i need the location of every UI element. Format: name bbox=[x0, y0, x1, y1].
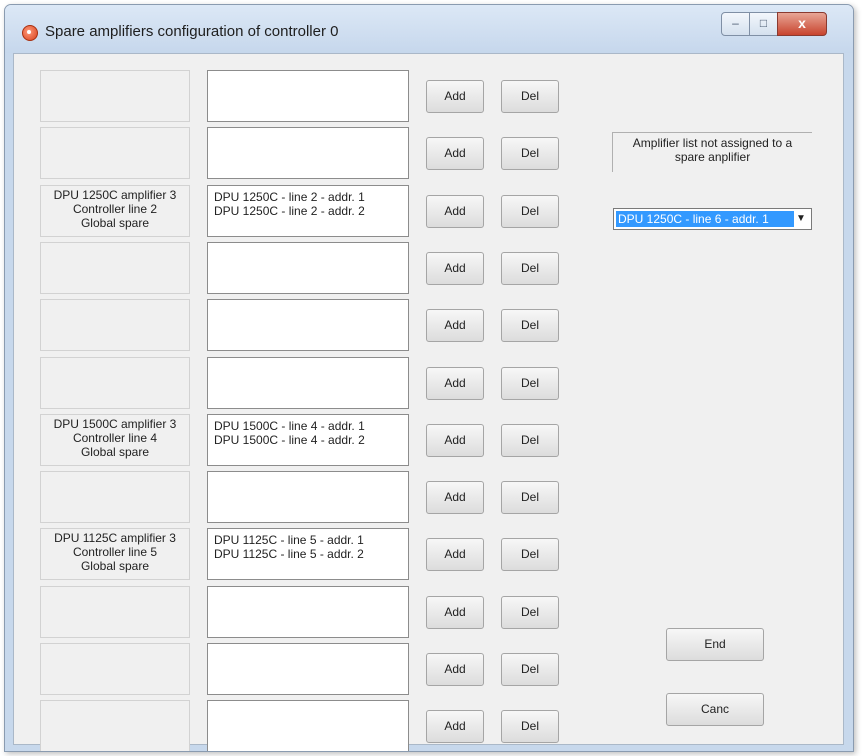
del-button[interactable]: Del bbox=[501, 538, 559, 572]
spare-label-line: Controller line 5 bbox=[72, 545, 158, 560]
combo-selected-value: DPU 1250C - line 6 - addr. 1 bbox=[616, 211, 794, 227]
add-button[interactable]: Add bbox=[426, 137, 484, 171]
cancel-button[interactable]: Canc bbox=[666, 693, 764, 726]
add-button[interactable]: Add bbox=[426, 251, 484, 285]
assigned-amplifiers-list[interactable] bbox=[207, 356, 409, 409]
add-button[interactable]: Add bbox=[426, 194, 484, 228]
spare-row: Add Del bbox=[14, 70, 574, 128]
dialog-client-area: Add Del Add Del DPU 1250C amplifier 3 Control… bbox=[13, 53, 844, 751]
spare-row: Add Del bbox=[14, 700, 574, 751]
spare-amplifier-label bbox=[40, 299, 190, 352]
spare-label-line: DPU 1125C amplifier 3 bbox=[54, 531, 176, 546]
close-icon: x bbox=[798, 15, 806, 31]
list-item[interactable]: DPU 1500C - line 4 - addr. 2 bbox=[214, 433, 402, 447]
add-button[interactable]: Add bbox=[426, 653, 484, 686]
spare-row: Add Del bbox=[14, 299, 574, 357]
spare-amplifier-label bbox=[40, 643, 190, 695]
spare-label-line: Controller line 2 bbox=[72, 201, 158, 216]
minimize-icon: – bbox=[732, 16, 739, 30]
spare-amplifier-label bbox=[40, 356, 190, 409]
spare-amplifier-label: DPU 1125C amplifier 3 Controller line 5 Gl… bbox=[40, 528, 190, 581]
spare-amplifier-label bbox=[40, 241, 190, 294]
del-button[interactable]: Del bbox=[501, 137, 559, 171]
spare-row: Add Del bbox=[14, 585, 574, 644]
spare-label-line: Controller line 4 bbox=[72, 430, 158, 445]
close-button[interactable]: x bbox=[777, 12, 827, 36]
assigned-amplifiers-list[interactable] bbox=[207, 127, 409, 180]
spare-amplifier-label bbox=[40, 585, 190, 638]
del-button[interactable]: Del bbox=[501, 423, 559, 457]
add-button[interactable]: Add bbox=[426, 423, 484, 457]
spare-amplifier-label bbox=[40, 127, 190, 180]
spare-row: DPU 1500C amplifier 3 Controller line 4 Gl… bbox=[14, 413, 574, 472]
del-button[interactable]: Del bbox=[501, 595, 559, 629]
assigned-amplifiers-list[interactable]: DPU 1500C - line 4 - addr. 1 DPU 1500C - … bbox=[207, 413, 409, 466]
spare-label-line: Global spare bbox=[80, 559, 150, 574]
unassigned-label-line2: spare anplifier bbox=[674, 150, 751, 164]
del-button[interactable]: Del bbox=[501, 366, 559, 400]
add-button[interactable]: Add bbox=[426, 710, 484, 744]
app-icon bbox=[22, 25, 38, 41]
spare-amplifier-label bbox=[40, 70, 190, 122]
assigned-amplifiers-list[interactable] bbox=[207, 471, 409, 524]
unassigned-amplifier-combo[interactable]: DPU 1250C - line 6 - addr. 1 ▼ bbox=[613, 208, 812, 230]
list-item[interactable]: DPU 1500C - line 4 - addr. 1 bbox=[214, 419, 402, 433]
unassigned-label-line1: Amplifier list not assigned to a bbox=[632, 136, 793, 150]
spare-row: Add Del bbox=[14, 471, 574, 529]
spare-row: Add Del bbox=[14, 241, 574, 300]
spare-row: Add Del bbox=[14, 127, 574, 185]
assigned-amplifiers-list[interactable] bbox=[207, 241, 409, 294]
spare-row: Add Del bbox=[14, 356, 574, 415]
dialog-window: Spare amplifiers configuration of contro… bbox=[4, 4, 854, 752]
list-item[interactable]: DPU 1125C - line 5 - addr. 2 bbox=[214, 547, 402, 561]
add-button[interactable]: Add bbox=[426, 595, 484, 629]
spare-row: Add Del bbox=[14, 643, 574, 701]
del-button[interactable]: Del bbox=[501, 653, 559, 686]
minimize-button[interactable]: – bbox=[721, 12, 750, 36]
spare-label-line: DPU 1250C amplifier 3 bbox=[53, 187, 177, 202]
assigned-amplifiers-list[interactable]: DPU 1125C - line 5 - addr. 1 DPU 1125C - … bbox=[207, 528, 409, 581]
assigned-amplifiers-list[interactable] bbox=[207, 299, 409, 352]
list-item[interactable]: DPU 1250C - line 2 - addr. 1 bbox=[214, 190, 402, 204]
add-button[interactable]: Add bbox=[426, 80, 484, 113]
assigned-amplifiers-list[interactable] bbox=[207, 70, 409, 122]
del-button[interactable]: Del bbox=[501, 710, 559, 744]
del-button[interactable]: Del bbox=[501, 251, 559, 285]
assigned-amplifiers-list[interactable] bbox=[207, 585, 409, 638]
del-button[interactable]: Del bbox=[501, 481, 559, 515]
spare-label-line: Global spare bbox=[80, 215, 150, 230]
spare-amplifier-label bbox=[40, 471, 190, 524]
assigned-amplifiers-list[interactable] bbox=[207, 700, 409, 751]
spare-row: DPU 1125C amplifier 3 Controller line 5 Gl… bbox=[14, 528, 574, 586]
maximize-icon: □ bbox=[759, 16, 768, 30]
add-button[interactable]: Add bbox=[426, 309, 484, 343]
add-button[interactable]: Add bbox=[426, 538, 484, 572]
del-button[interactable]: Del bbox=[501, 80, 559, 113]
add-button[interactable]: Add bbox=[426, 366, 484, 400]
end-button[interactable]: End bbox=[666, 628, 764, 661]
del-button[interactable]: Del bbox=[501, 194, 559, 228]
unassigned-list-label: Amplifier list not assigned to a spare a… bbox=[612, 132, 812, 172]
spare-label-line: DPU 1500C amplifier 3 bbox=[53, 416, 177, 431]
spare-label-line: Global spare bbox=[80, 444, 150, 459]
del-button[interactable]: Del bbox=[501, 309, 559, 343]
title-bar[interactable]: Spare amplifiers configuration of contro… bbox=[5, 5, 853, 53]
list-item[interactable]: DPU 1250C - line 2 - addr. 2 bbox=[214, 204, 402, 218]
chevron-down-icon[interactable]: ▼ bbox=[794, 212, 808, 226]
spare-row: DPU 1250C amplifier 3 Controller line 2 Gl… bbox=[14, 184, 574, 243]
assigned-amplifiers-list[interactable] bbox=[207, 643, 409, 695]
window-title: Spare amplifiers configuration of contro… bbox=[45, 23, 339, 40]
spare-amplifier-label: DPU 1500C amplifier 3 Controller line 4 Gl… bbox=[40, 413, 190, 466]
maximize-button[interactable]: □ bbox=[749, 12, 778, 36]
add-button[interactable]: Add bbox=[426, 481, 484, 515]
spare-amplifier-label: DPU 1250C amplifier 3 Controller line 2 Gl… bbox=[40, 184, 190, 237]
list-item[interactable]: DPU 1125C - line 5 - addr. 1 bbox=[214, 533, 402, 547]
assigned-amplifiers-list[interactable]: DPU 1250C - line 2 - addr. 1 DPU 1250C - … bbox=[207, 184, 409, 237]
spare-amplifier-label bbox=[40, 700, 190, 751]
